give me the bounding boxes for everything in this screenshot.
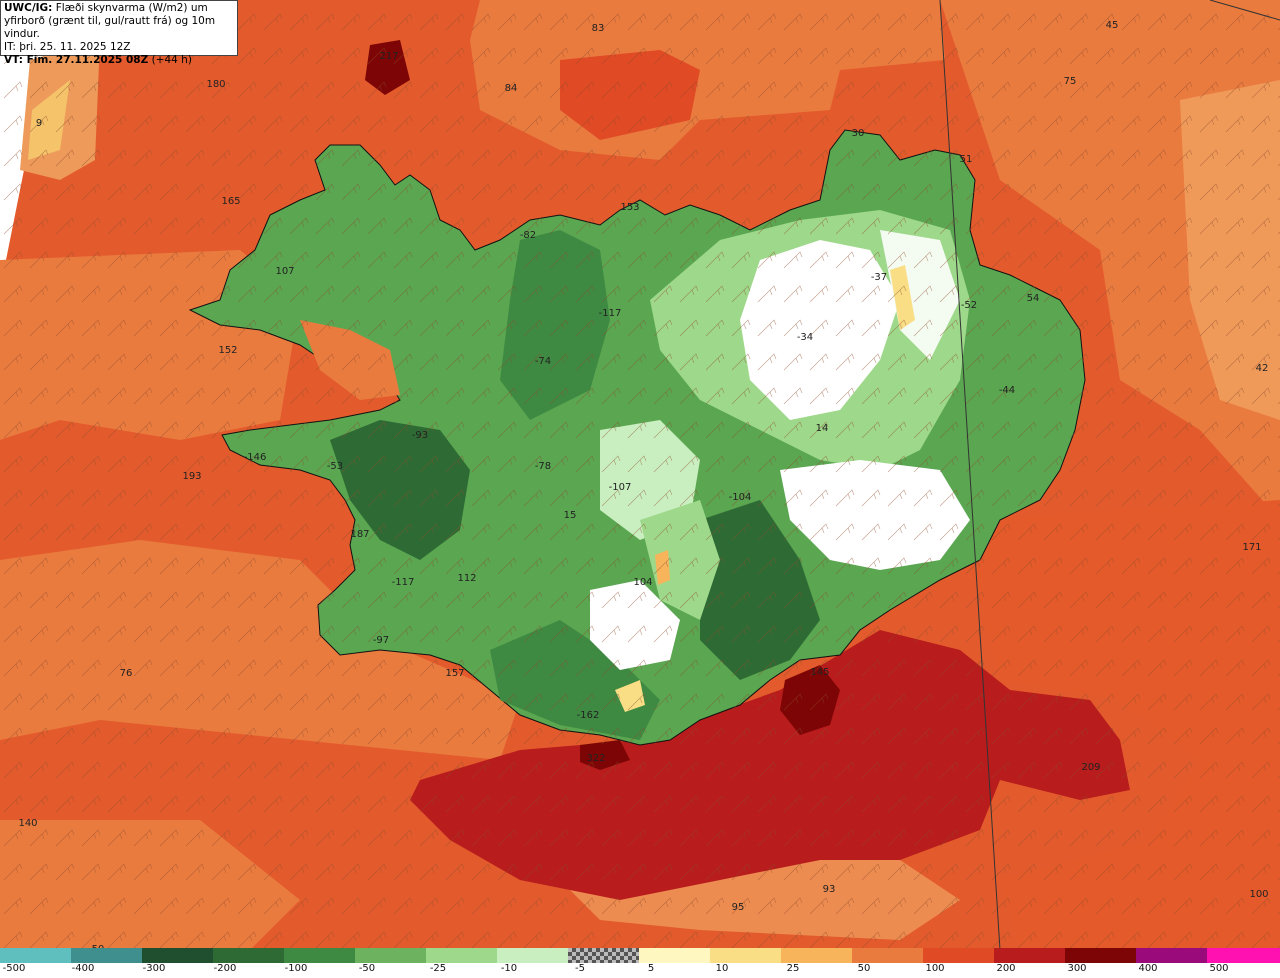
map-canvas: 83 45 217 180 84 75 9 30 51 165 153 -82 107 -37 54 -52 -… (0, 0, 1280, 950)
flux-value-label: 15 (564, 510, 577, 521)
legend-label: 300 (1067, 963, 1087, 974)
legend-swatch (0, 948, 71, 963)
legend-swatch (497, 948, 568, 963)
flux-value-label: 217 (379, 51, 398, 62)
legend-swatch (1065, 948, 1136, 963)
header-init-time: IT: þri. 25. 11. 2025 12Z (4, 41, 131, 53)
legend-swatch (426, 948, 497, 963)
legend-label: -10 (500, 963, 518, 974)
flux-value-label: 112 (457, 573, 476, 584)
flux-value-label: 140 (18, 818, 37, 829)
legend-swatch (284, 948, 355, 963)
flux-value-label: 45 (1106, 20, 1119, 31)
legend-label: -300 (142, 963, 166, 974)
flux-value-label: -104 (729, 492, 752, 503)
flux-value-label: -97 (373, 635, 389, 646)
flux-value-label: 153 (620, 202, 639, 213)
legend-swatch (923, 948, 994, 963)
header-valid-time: VT: Fim. 27.11.2025 08Z (4, 54, 149, 66)
legend-label: 10 (715, 963, 729, 974)
flux-value-label: -146 (244, 452, 267, 463)
header-valid-time-row: VT: Fim. 27.11.2025 08Z (+44 h) (4, 54, 234, 67)
flux-value-label: -74 (535, 356, 551, 367)
legend-swatch (710, 948, 781, 963)
header-lead-time: (+44 h) (148, 54, 192, 66)
sensible-heat-flux-map: 83 45 217 180 84 75 9 30 51 165 153 -82 107 -37 54 -52 -… (0, 0, 1280, 978)
legend-label: 400 (1138, 963, 1158, 974)
legend-label: -400 (71, 963, 95, 974)
legend-swatch (568, 948, 639, 963)
flux-value-label: 14 (816, 423, 829, 434)
flux-value-label: 93 (823, 884, 836, 895)
legend-swatch (852, 948, 923, 963)
flux-value-label: -117 (599, 308, 622, 319)
flux-value-label: 209 (1081, 762, 1100, 773)
flux-value-label: 104 (633, 577, 652, 588)
flux-value-label: 165 (221, 196, 240, 207)
flux-value-label: 51 (960, 154, 973, 165)
flux-value-label: 95 (732, 902, 745, 913)
flux-value-label: 152 (218, 345, 237, 356)
legend-swatch (142, 948, 213, 963)
flux-value-label: 100 (1249, 889, 1268, 900)
flux-value-label: 171 (1242, 542, 1261, 553)
flux-value-label: -117 (392, 577, 415, 588)
flux-value-label: 9 (36, 118, 42, 129)
map-header-box: UWC/IG: Flæði skynvarma (W/m2) um yfirbo… (0, 0, 238, 66)
flux-value-label: 157 (445, 668, 464, 679)
legend-label: 50 (857, 963, 871, 974)
legend-label: -500 (2, 963, 26, 974)
header-model: UWC/IG: (4, 2, 53, 14)
color-legend: -500 -400 -300 -200 -100 -50 -25 -10 -5 5 10 25 50 10… (0, 948, 1280, 978)
flux-value-label: -34 (797, 332, 813, 343)
flux-value-label: 180 (206, 79, 225, 90)
legend-label: 25 (786, 963, 800, 974)
legend-swatch (781, 948, 852, 963)
flux-value-label: 145 (810, 667, 829, 678)
flux-value-label: 30 (852, 128, 865, 139)
legend-label: 5 (647, 963, 655, 974)
legend-swatch (213, 948, 284, 963)
legend-swatch (1136, 948, 1207, 963)
flux-value-label: 193 (182, 471, 201, 482)
header-line-1: UWC/IG: Flæði skynvarma (W/m2) um (4, 2, 234, 15)
legend-label: -50 (358, 963, 376, 974)
legend-label: -100 (284, 963, 308, 974)
flux-value-label: -37 (871, 272, 887, 283)
flux-value-label: -44 (999, 385, 1015, 396)
legend-label: 500 (1209, 963, 1229, 974)
header-line-2: yfirborð (grænt til, gul/rautt frá) og 1… (4, 15, 216, 40)
legend-label: -5 (575, 963, 585, 974)
flux-value-label: 322 (586, 753, 605, 764)
legend-swatch (1207, 948, 1280, 963)
legend-swatch (994, 948, 1065, 963)
flux-value-label: -52 (961, 300, 977, 311)
legend-label: 100 (925, 963, 945, 974)
legend-swatch (639, 948, 710, 963)
flux-value-label: -107 (609, 482, 632, 493)
flux-value-label: 107 (275, 266, 294, 277)
flux-value-label: -53 (327, 461, 343, 472)
legend-swatch (355, 948, 426, 963)
flux-value-label: 76 (120, 668, 133, 679)
flux-value-label: -162 (577, 710, 600, 721)
flux-value-label: 187 (350, 529, 369, 540)
flux-value-label: 75 (1064, 76, 1077, 87)
flux-value-label: 83 (592, 23, 605, 34)
flux-value-label: -93 (412, 430, 428, 441)
legend-swatch (71, 948, 142, 963)
flux-value-label: 84 (505, 83, 518, 94)
legend-label: -25 (429, 963, 447, 974)
flux-value-label: -78 (535, 461, 551, 472)
legend-label: 200 (996, 963, 1016, 974)
legend-label: -200 (213, 963, 237, 974)
flux-value-label: 42 (1256, 363, 1269, 374)
flux-value-label: 54 (1027, 293, 1040, 304)
header-field: Flæði skynvarma (W/m2) um (52, 2, 208, 14)
flux-value-label: -82 (520, 230, 536, 241)
